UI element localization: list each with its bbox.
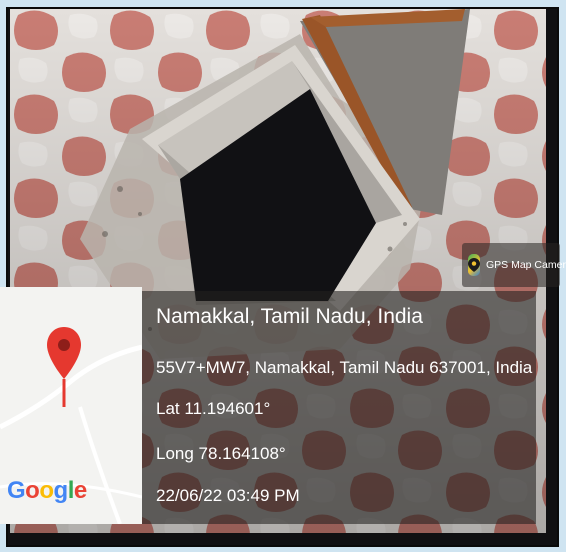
timestamp: 22/06/22 03:49 PM: [156, 486, 300, 505]
google-letter: o: [25, 477, 40, 504]
location-title: Namakkal, Tamil Nadu, India: [156, 305, 423, 328]
google-logo: Google: [7, 477, 87, 505]
gps-map-camera-badge: GPS Map Camera: [462, 243, 566, 287]
gps-map-camera-icon: [468, 254, 480, 276]
google-letter: g: [53, 477, 69, 504]
google-letter: e: [73, 477, 87, 504]
latitude: Lat 11.194601°: [156, 399, 271, 418]
badge-label: GPS Map Camera: [486, 259, 566, 271]
longitude: Long 78.164108°: [156, 444, 286, 463]
google-letter: G: [7, 477, 26, 504]
google-letter: o: [39, 477, 54, 504]
map-thumbnail: Google: [0, 287, 142, 524]
location-address: 55V7+MW7, Namakkal, Tamil Nadu 637001, I…: [156, 358, 533, 377]
